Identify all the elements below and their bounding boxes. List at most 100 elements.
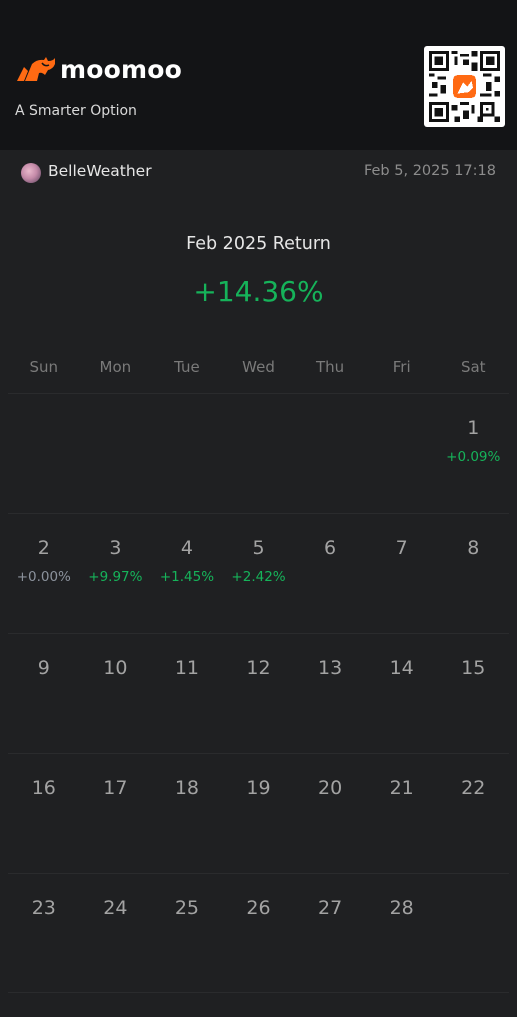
calendar-day-cell[interactable]: 16 <box>8 754 80 873</box>
calendar-day-cell[interactable]: 1 +0.09% <box>437 394 509 513</box>
qr-code-icon <box>429 51 500 122</box>
calendar-day-cell[interactable]: 18 <box>151 754 223 873</box>
day-number: 27 <box>318 897 343 919</box>
daily-return: +9.97% <box>88 569 143 585</box>
qr-code <box>424 46 505 127</box>
calendar-week-row: 23 24 25 26 27 28 <box>8 873 509 993</box>
day-number <box>151 416 223 440</box>
weekday-label: Thu <box>316 358 345 376</box>
calendar-day-cell[interactable]: 21 <box>366 754 438 873</box>
day-number: 1 <box>467 417 480 439</box>
day-number: 24 <box>103 897 128 919</box>
return-title: Feb 2025 Return <box>186 234 331 254</box>
calendar-week-row: 1 +0.09% <box>8 393 509 513</box>
day-number: 19 <box>246 777 271 799</box>
calendar-empty-cell <box>8 394 80 513</box>
day-number <box>366 416 438 440</box>
day-number: 23 <box>31 897 56 919</box>
calendar-day-cell[interactable]: 13 <box>294 634 366 753</box>
weekday-label: Sat <box>460 358 486 376</box>
calendar-week-row: 16 17 18 19 20 21 22 <box>8 753 509 873</box>
share-header: moomoo A Smarter Option <box>0 0 517 150</box>
calendar-day-cell[interactable]: 19 <box>223 754 295 873</box>
day-number <box>437 896 509 920</box>
brand-logo: moomoo <box>15 54 182 84</box>
day-number: 6 <box>324 537 337 559</box>
day-number: 14 <box>389 657 414 679</box>
day-number: 9 <box>37 657 50 679</box>
calendar-day-cell[interactable]: 26 <box>223 874 295 992</box>
calendar-day-cell[interactable]: 10 <box>80 634 152 753</box>
calendar-day-cell[interactable]: 14 <box>366 634 438 753</box>
day-number <box>223 416 295 440</box>
day-number: 26 <box>246 897 271 919</box>
day-number: 16 <box>31 777 56 799</box>
calendar-day-cell[interactable]: 15 <box>437 634 509 753</box>
calendar-day-cell[interactable]: 4 +1.45% <box>151 514 223 633</box>
bull-logo-icon <box>17 57 55 81</box>
calendar-empty-cell <box>80 394 152 513</box>
calendar-day-cell[interactable]: 23 <box>8 874 80 992</box>
calendar-empty-cell <box>366 394 438 513</box>
tagline: A Smarter Option <box>15 103 137 119</box>
calendar-day-cell[interactable]: 7 <box>366 514 438 633</box>
day-number: 11 <box>174 657 200 679</box>
day-number: 21 <box>389 777 414 799</box>
avatar <box>21 163 41 183</box>
day-number: 20 <box>318 777 343 799</box>
calendar-empty-cell <box>437 874 509 992</box>
day-number <box>80 416 152 440</box>
day-number: 12 <box>246 657 271 679</box>
day-number: 22 <box>461 777 486 799</box>
day-number: 25 <box>174 897 200 919</box>
weekday-label: Wed <box>242 358 275 376</box>
day-number: 4 <box>180 537 193 559</box>
day-number <box>294 416 366 440</box>
calendar-day-cell[interactable]: 24 <box>80 874 152 992</box>
calendar-day-cell[interactable]: 5 +2.42% <box>223 514 295 633</box>
calendar-day-cell[interactable]: 28 <box>366 874 438 992</box>
calendar-day-cell[interactable]: 3 +9.97% <box>80 514 152 633</box>
daily-return: +2.42% <box>231 569 286 585</box>
day-number: 17 <box>103 777 128 799</box>
day-number: 28 <box>389 897 414 919</box>
calendar-empty-cell <box>294 394 366 513</box>
daily-return: +1.45% <box>159 569 215 585</box>
calendar-week-row: 9 10 11 12 13 14 15 <box>8 633 509 753</box>
day-number: 8 <box>467 537 480 559</box>
calendar-day-cell[interactable]: 8 <box>437 514 509 633</box>
day-number: 3 <box>109 537 122 559</box>
calendar-day-cell[interactable]: 20 <box>294 754 366 873</box>
calendar-empty-cell <box>151 394 223 513</box>
calendar-day-cell[interactable]: 6 <box>294 514 366 633</box>
username: BelleWeather <box>48 162 152 180</box>
calendar-day-cell[interactable]: 2 +0.00% <box>8 514 80 633</box>
day-number: 2 <box>37 537 50 559</box>
day-number: 13 <box>318 657 343 679</box>
calendar-empty-cell <box>223 394 295 513</box>
brand-name: moomoo <box>60 54 183 84</box>
day-number: 5 <box>252 537 265 559</box>
day-number <box>8 416 80 440</box>
daily-return: +0.09% <box>446 449 501 465</box>
weekday-header: Sun Mon Tue Wed Thu Fri Sat <box>8 358 509 376</box>
calendar-day-cell[interactable]: 17 <box>80 754 152 873</box>
calendar-day-cell[interactable]: 12 <box>223 634 295 753</box>
calendar-grid: 1 +0.09% 2 +0.00% 3 +9.97% 4 +1.45% 5 +2.42% 6 7 8 9 1… <box>8 393 509 993</box>
calendar-week-row: 2 +0.00% 3 +9.97% 4 +1.45% 5 +2.42% 6 7 8 <box>8 513 509 633</box>
calendar-day-cell[interactable]: 22 <box>437 754 509 873</box>
day-number: 7 <box>395 537 408 559</box>
timestamp: Feb 5, 2025 17:18 <box>363 163 496 179</box>
weekday-label: Mon <box>99 358 132 376</box>
calendar-day-cell[interactable]: 27 <box>294 874 366 992</box>
calendar-day-cell[interactable]: 9 <box>8 634 80 753</box>
calendar-day-cell[interactable]: 11 <box>151 634 223 753</box>
weekday-label: Tue <box>174 358 200 376</box>
user-bar: BelleWeather Feb 5, 2025 17:18 <box>0 150 517 195</box>
weekday-label: Sun <box>29 358 59 376</box>
calendar-day-cell[interactable]: 25 <box>151 874 223 992</box>
return-value: +14.36% <box>193 275 324 308</box>
weekday-label: Fri <box>392 358 411 376</box>
day-number: 18 <box>174 777 200 799</box>
day-number: 10 <box>103 657 128 679</box>
